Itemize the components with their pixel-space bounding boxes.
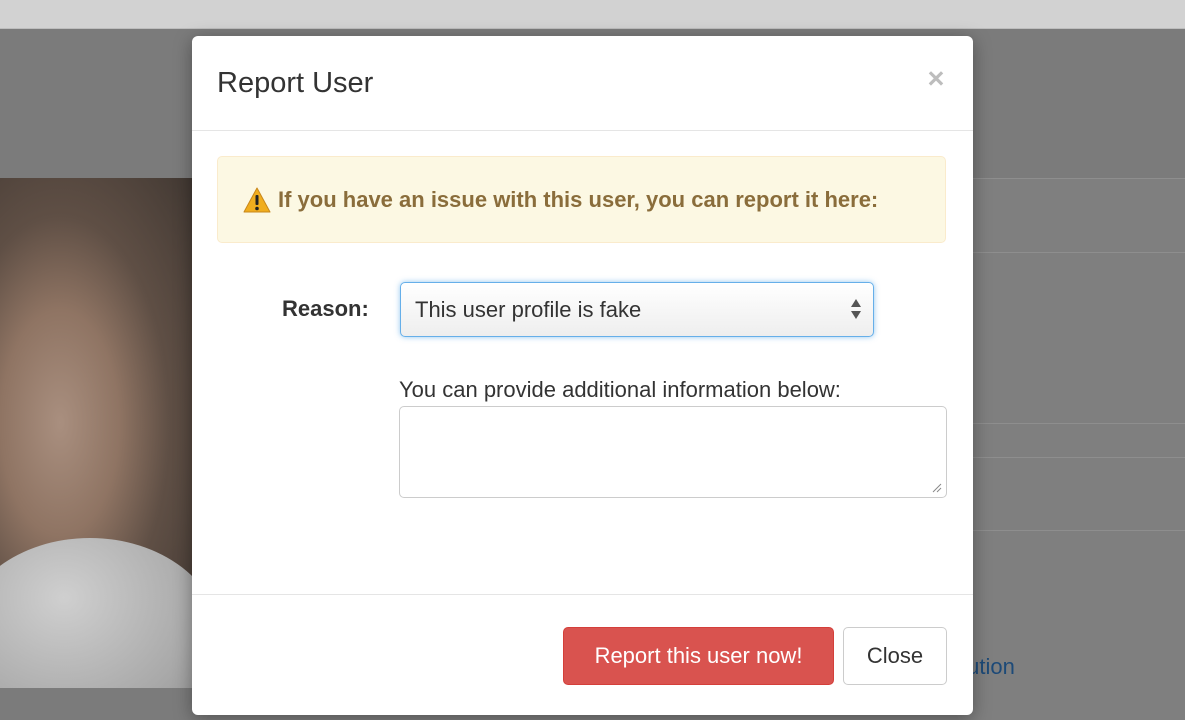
background-divider: [972, 178, 1185, 179]
close-icon[interactable]: ×: [923, 64, 949, 94]
background-divider: [972, 530, 1185, 531]
background-divider: [972, 252, 1185, 253]
resize-handle-icon[interactable]: [932, 483, 942, 493]
modal-title: Report User: [217, 67, 374, 99]
browser-top-bar: [0, 0, 1185, 29]
profile-photo: [0, 178, 200, 688]
close-button[interactable]: Close: [843, 627, 947, 685]
background-divider: [972, 457, 1185, 458]
warning-alert: If you have an issue with this user, you…: [217, 156, 946, 243]
additional-info-label: You can provide additional information b…: [399, 377, 841, 402]
report-user-modal: Report User × If you have an issue with …: [192, 36, 973, 715]
reason-select-value: This user profile is fake: [415, 297, 642, 322]
background-divider: [972, 423, 1185, 424]
additional-info-textarea[interactable]: [399, 406, 947, 498]
modal-footer-divider: [192, 594, 973, 595]
select-arrows-icon: [851, 299, 861, 319]
alert-text: If you have an issue with this user, you…: [278, 187, 879, 212]
reason-select[interactable]: This user profile is fake: [400, 282, 874, 337]
report-user-button[interactable]: Report this user now!: [563, 627, 834, 685]
modal-header: Report User ×: [192, 36, 973, 131]
reason-label: Reason:: [282, 296, 369, 321]
warning-icon: [243, 187, 271, 213]
